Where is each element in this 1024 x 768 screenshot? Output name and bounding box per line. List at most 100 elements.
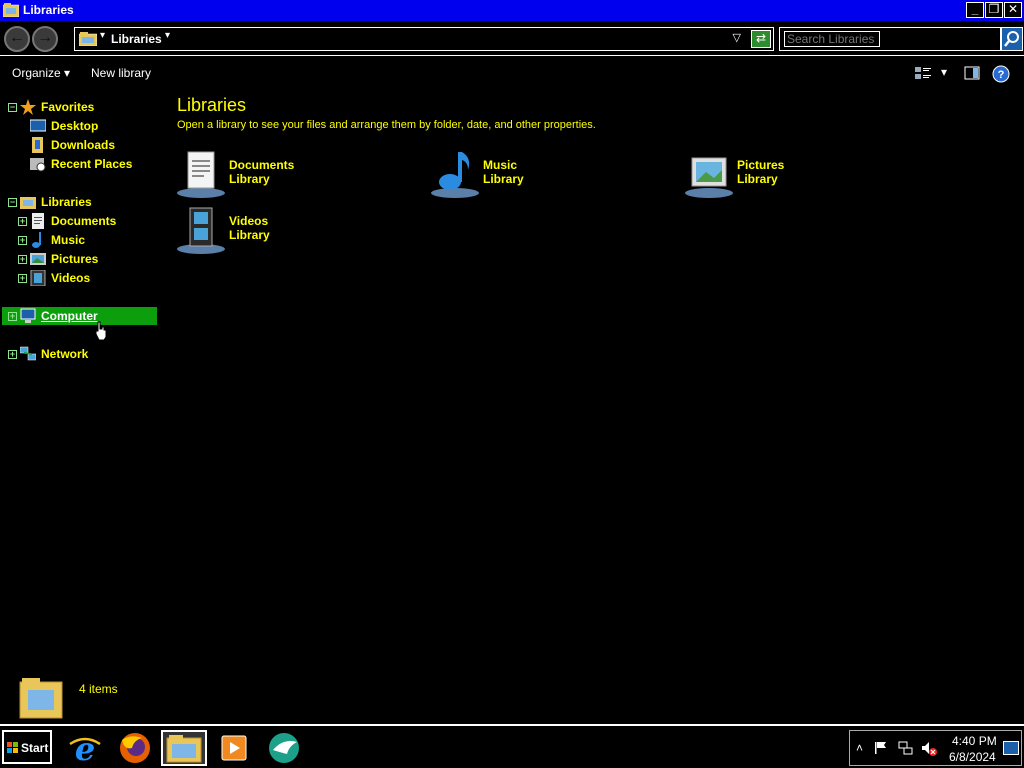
svg-text:e: e: [75, 730, 95, 766]
nav-item-videos[interactable]: + Videos: [0, 269, 155, 287]
nav-item-label: Downloads: [51, 138, 116, 152]
network-status-icon[interactable]: [898, 741, 914, 755]
hand-cursor-icon: [95, 321, 107, 341]
action-center-flag-icon[interactable]: [874, 741, 888, 755]
taskbar-file-explorer[interactable]: [161, 730, 207, 766]
taskbar-media-player[interactable]: [211, 730, 257, 766]
page-subtitle: Open a library to see your files and arr…: [177, 119, 596, 131]
address-bar[interactable]: ▾ Libraries ▾ ▽ ⇄: [74, 27, 774, 51]
command-bar: Organize ▾ New library ▾ ?: [0, 57, 1024, 87]
nav-item-label: Pictures: [51, 252, 99, 266]
search-button[interactable]: [1001, 27, 1023, 51]
expand-icon[interactable]: +: [8, 312, 17, 321]
nav-libraries[interactable]: − Libraries: [0, 193, 155, 211]
library-type: Library: [229, 228, 270, 242]
firefox-icon: [120, 733, 150, 763]
nav-favorites-label: Favorites: [41, 100, 95, 114]
content-pane: Libraries Open a library to see your fil…: [170, 92, 1020, 672]
show-desktop-button[interactable]: [1003, 741, 1019, 755]
library-type: Library: [229, 172, 270, 186]
file-explorer-icon: [166, 735, 202, 763]
nav-item-documents[interactable]: + Documents: [0, 212, 155, 230]
item-count: 4 items: [79, 682, 118, 696]
search-box[interactable]: [779, 27, 1001, 51]
details-pane: 4 items: [0, 672, 1024, 724]
start-button[interactable]: Start: [2, 730, 52, 764]
windows-logo-icon: [7, 742, 18, 753]
media-player-icon: [221, 735, 247, 761]
start-label: Start: [21, 741, 49, 755]
star-icon: [20, 99, 36, 115]
taskbar-firefox[interactable]: [112, 730, 158, 766]
expand-icon[interactable]: +: [8, 350, 17, 359]
documents-icon: [32, 213, 44, 229]
expand-icon[interactable]: +: [18, 217, 27, 226]
library-name: Pictures: [737, 158, 785, 172]
nav-network-label: Network: [41, 347, 89, 361]
restore-button[interactable]: ❐: [985, 2, 1003, 18]
libraries-icon: [19, 678, 63, 719]
internet-explorer-icon: e: [69, 730, 101, 768]
taskbar-internet-explorer[interactable]: e: [62, 730, 108, 768]
libraries-icon: [79, 32, 97, 46]
svg-text:?: ?: [998, 69, 1005, 81]
minimize-button[interactable]: _: [966, 2, 984, 18]
library-type: Library: [483, 172, 524, 186]
nav-item-pictures[interactable]: + Pictures: [0, 250, 155, 268]
nav-item-label: Recent Places: [51, 157, 133, 171]
clock-date[interactable]: 6/8/2024: [949, 750, 996, 764]
pictures-icon: [30, 253, 46, 265]
address-dropdown-icon[interactable]: ▽: [733, 31, 741, 44]
breadcrumb-root-arrow[interactable]: ▾: [100, 30, 105, 41]
nav-item-music[interactable]: + Music: [0, 231, 155, 249]
film-icon: [30, 270, 46, 286]
volume-muted-icon[interactable]: [921, 741, 937, 757]
new-library-button[interactable]: New library: [91, 66, 151, 80]
collapse-icon[interactable]: −: [8, 198, 17, 207]
nav-item-desktop[interactable]: Desktop: [0, 117, 155, 135]
nav-computer[interactable]: + Computer: [2, 307, 157, 325]
nav-favorites[interactable]: − Favorites: [0, 98, 155, 116]
taskbar-bird-app[interactable]: [261, 730, 307, 766]
expand-icon[interactable]: +: [18, 236, 27, 245]
nav-item-recent-places[interactable]: Recent Places: [0, 155, 155, 173]
breadcrumb-libraries[interactable]: Libraries: [111, 32, 162, 46]
bird-app-icon: [269, 733, 299, 763]
documents-icon: [177, 151, 225, 198]
back-button[interactable]: ←: [4, 26, 30, 52]
forward-button[interactable]: →: [32, 26, 58, 52]
libraries-icon: [20, 197, 36, 209]
close-button[interactable]: ✕: [1004, 2, 1022, 18]
library-music[interactable]: Music Library: [430, 150, 630, 200]
nav-item-downloads[interactable]: Downloads: [0, 136, 155, 154]
library-name: Music: [483, 158, 518, 172]
library-videos[interactable]: Videos Library: [176, 206, 376, 256]
library-name: Videos: [229, 214, 269, 228]
search-input[interactable]: [784, 31, 880, 47]
refresh-button[interactable]: ⇄: [751, 30, 771, 48]
window-title: Libraries: [23, 3, 74, 17]
preview-pane-icon[interactable]: [964, 65, 980, 81]
expand-icon[interactable]: +: [18, 255, 27, 264]
nav-network[interactable]: + Network: [0, 345, 155, 363]
organize-button[interactable]: Organize ▾: [12, 66, 70, 80]
address-row: ← → ▾ Libraries ▾ ▽ ⇄: [0, 22, 1024, 56]
nav-item-label: Music: [51, 233, 86, 247]
show-hidden-icons-icon[interactable]: ˄: [856, 741, 863, 755]
organize-label: Organize: [12, 66, 61, 80]
breadcrumb-arrow[interactable]: ▾: [165, 30, 170, 41]
view-options-dropdown-icon[interactable]: ▾: [941, 65, 947, 79]
library-documents[interactable]: Documents Library: [176, 150, 376, 200]
change-view-icon[interactable]: [914, 65, 932, 81]
library-pictures[interactable]: Pictures Library: [684, 150, 884, 200]
help-icon[interactable]: ?: [992, 65, 1010, 83]
expand-icon[interactable]: +: [18, 274, 27, 283]
library-name: Documents: [229, 158, 295, 172]
taskbar: Start e ˄ 4:40 PM 6/8/2024: [0, 724, 1024, 768]
downloads-icon: [32, 137, 43, 153]
clock-time[interactable]: 4:40 PM: [952, 734, 997, 748]
title-bar[interactable]: Libraries _ ❐ ✕: [0, 0, 1024, 21]
collapse-icon[interactable]: −: [8, 103, 17, 112]
music-note-icon: [32, 232, 41, 248]
videos-icon: [177, 207, 225, 254]
